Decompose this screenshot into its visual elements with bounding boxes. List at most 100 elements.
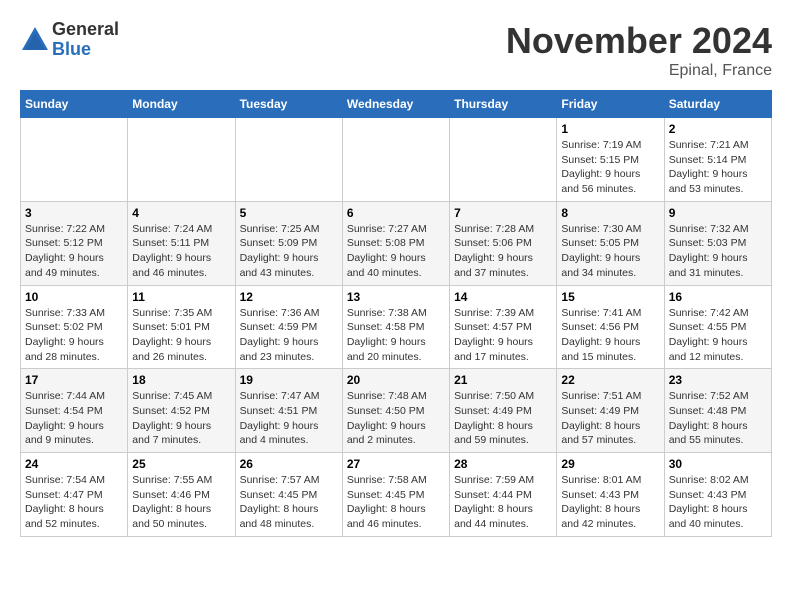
day-info: Sunrise: 7:28 AMSunset: 5:06 PMDaylight:… [454,222,552,281]
day-number: 8 [561,206,659,220]
day-info: Sunrise: 7:32 AMSunset: 5:03 PMDaylight:… [669,222,767,281]
calendar-cell: 4 Sunrise: 7:24 AMSunset: 5:11 PMDaylight… [128,201,235,285]
calendar-cell: 16Sunrise: 7:42 AMSunset: 4:55 PMDayligh… [664,285,771,369]
day-number: 15 [561,290,659,304]
calendar-week-row: 24Sunrise: 7:54 AMSunset: 4:47 PMDayligh… [21,453,772,537]
day-number: 30 [669,457,767,471]
calendar-cell: 8 Sunrise: 7:30 AMSunset: 5:05 PMDaylight… [557,201,664,285]
day-of-week-header: Tuesday [235,91,342,118]
calendar-cell: 29 Sunrise: 8:01 AMSunset: 4:43 PMDayligh… [557,453,664,537]
calendar-cell: 20Sunrise: 7:48 AMSunset: 4:50 PMDayligh… [342,369,449,453]
day-info: Sunrise: 7:21 AMSunset: 5:14 PMDaylight:… [669,138,767,197]
calendar-cell: 23Sunrise: 7:52 AMSunset: 4:48 PMDayligh… [664,369,771,453]
day-info: Sunrise: 7:45 AMSunset: 4:52 PMDaylight:… [132,389,230,448]
day-info: Sunrise: 8:01 AMSunset: 4:43 PMDaylight:… [561,473,659,532]
day-info: Sunrise: 7:54 AMSunset: 4:47 PMDaylight:… [25,473,123,532]
day-number: 22 [561,373,659,387]
calendar-header-row: SundayMondayTuesdayWednesdayThursdayFrid… [21,91,772,118]
day-number: 10 [25,290,123,304]
day-info: Sunrise: 7:19 AMSunset: 5:15 PMDaylight:… [561,138,659,197]
day-number: 16 [669,290,767,304]
calendar-cell: 22 Sunrise: 7:51 AMSunset: 4:49 PMDayligh… [557,369,664,453]
calendar-table: SundayMondayTuesdayWednesdayThursdayFrid… [20,90,772,537]
day-info: Sunrise: 7:44 AMSunset: 4:54 PMDaylight:… [25,389,123,448]
calendar-cell: 6Sunrise: 7:27 AMSunset: 5:08 PMDaylight… [342,201,449,285]
logo-general-text: General [52,20,119,40]
day-number: 9 [669,206,767,220]
day-number: 11 [132,290,230,304]
calendar-week-row: 10 Sunrise: 7:33 AMSunset: 5:02 PMDayligh… [21,285,772,369]
day-number: 17 [25,373,123,387]
day-info: Sunrise: 7:22 AMSunset: 5:12 PMDaylight:… [25,222,123,281]
day-number: 13 [347,290,445,304]
day-of-week-header: Saturday [664,91,771,118]
calendar-cell: 21 Sunrise: 7:50 AMSunset: 4:49 PMDayligh… [450,369,557,453]
day-info: Sunrise: 7:36 AMSunset: 4:59 PMDaylight:… [240,306,338,365]
day-number: 4 [132,206,230,220]
location-text: Epinal, France [506,62,772,80]
day-info: Sunrise: 7:41 AMSunset: 4:56 PMDaylight:… [561,306,659,365]
calendar-cell: 25 Sunrise: 7:55 AMSunset: 4:46 PMDayligh… [128,453,235,537]
calendar-cell: 9 Sunrise: 7:32 AMSunset: 5:03 PMDaylight… [664,201,771,285]
day-info: Sunrise: 7:35 AMSunset: 5:01 PMDaylight:… [132,306,230,365]
day-number: 2 [669,122,767,136]
day-number: 29 [561,457,659,471]
calendar-cell: 10 Sunrise: 7:33 AMSunset: 5:02 PMDayligh… [21,285,128,369]
day-info: Sunrise: 7:58 AMSunset: 4:45 PMDaylight:… [347,473,445,532]
day-number: 28 [454,457,552,471]
calendar-cell: 11 Sunrise: 7:35 AMSunset: 5:01 PMDayligh… [128,285,235,369]
calendar-cell: 30Sunrise: 8:02 AMSunset: 4:43 PMDayligh… [664,453,771,537]
calendar-cell [450,118,557,202]
calendar-cell: 27 Sunrise: 7:58 AMSunset: 4:45 PMDayligh… [342,453,449,537]
day-number: 7 [454,206,552,220]
logo: General Blue [20,20,119,60]
day-info: Sunrise: 7:55 AMSunset: 4:46 PMDaylight:… [132,473,230,532]
day-info: Sunrise: 7:50 AMSunset: 4:49 PMDaylight:… [454,389,552,448]
day-number: 27 [347,457,445,471]
day-info: Sunrise: 7:51 AMSunset: 4:49 PMDaylight:… [561,389,659,448]
day-number: 6 [347,206,445,220]
day-info: Sunrise: 7:25 AMSunset: 5:09 PMDaylight:… [240,222,338,281]
calendar-cell: 12 Sunrise: 7:36 AMSunset: 4:59 PMDayligh… [235,285,342,369]
day-number: 14 [454,290,552,304]
page-header: General Blue November 2024 Epinal, Franc… [20,20,772,80]
calendar-cell: 13 Sunrise: 7:38 AMSunset: 4:58 PMDayligh… [342,285,449,369]
day-number: 3 [25,206,123,220]
day-info: Sunrise: 7:39 AMSunset: 4:57 PMDaylight:… [454,306,552,365]
calendar-cell: 19 Sunrise: 7:47 AMSunset: 4:51 PMDayligh… [235,369,342,453]
calendar-cell: 17 Sunrise: 7:44 AMSunset: 4:54 PMDayligh… [21,369,128,453]
day-number: 25 [132,457,230,471]
title-block: November 2024 Epinal, France [506,20,772,80]
day-number: 20 [347,373,445,387]
calendar-cell: 3 Sunrise: 7:22 AMSunset: 5:12 PMDaylight… [21,201,128,285]
day-number: 21 [454,373,552,387]
calendar-week-row: 3 Sunrise: 7:22 AMSunset: 5:12 PMDaylight… [21,201,772,285]
day-of-week-header: Thursday [450,91,557,118]
day-of-week-header: Wednesday [342,91,449,118]
day-number: 5 [240,206,338,220]
day-info: Sunrise: 7:38 AMSunset: 4:58 PMDaylight:… [347,306,445,365]
day-info: Sunrise: 7:30 AMSunset: 5:05 PMDaylight:… [561,222,659,281]
month-title: November 2024 [506,20,772,62]
day-number: 19 [240,373,338,387]
calendar-cell [21,118,128,202]
day-of-week-header: Monday [128,91,235,118]
calendar-cell [235,118,342,202]
logo-blue-text: Blue [52,40,119,60]
calendar-cell [342,118,449,202]
day-number: 12 [240,290,338,304]
calendar-cell: 28 Sunrise: 7:59 AMSunset: 4:44 PMDayligh… [450,453,557,537]
day-info: Sunrise: 7:47 AMSunset: 4:51 PMDaylight:… [240,389,338,448]
calendar-cell: 15 Sunrise: 7:41 AMSunset: 4:56 PMDayligh… [557,285,664,369]
calendar-cell [128,118,235,202]
calendar-cell: 2 Sunrise: 7:21 AMSunset: 5:14 PMDaylight… [664,118,771,202]
day-number: 18 [132,373,230,387]
calendar-cell: 1Sunrise: 7:19 AMSunset: 5:15 PMDaylight… [557,118,664,202]
day-info: Sunrise: 7:33 AMSunset: 5:02 PMDaylight:… [25,306,123,365]
day-info: Sunrise: 7:24 AMSunset: 5:11 PMDaylight:… [132,222,230,281]
day-of-week-header: Friday [557,91,664,118]
calendar-cell: 7 Sunrise: 7:28 AMSunset: 5:06 PMDaylight… [450,201,557,285]
day-info: Sunrise: 7:59 AMSunset: 4:44 PMDaylight:… [454,473,552,532]
calendar-cell: 24Sunrise: 7:54 AMSunset: 4:47 PMDayligh… [21,453,128,537]
logo-icon [20,25,50,55]
